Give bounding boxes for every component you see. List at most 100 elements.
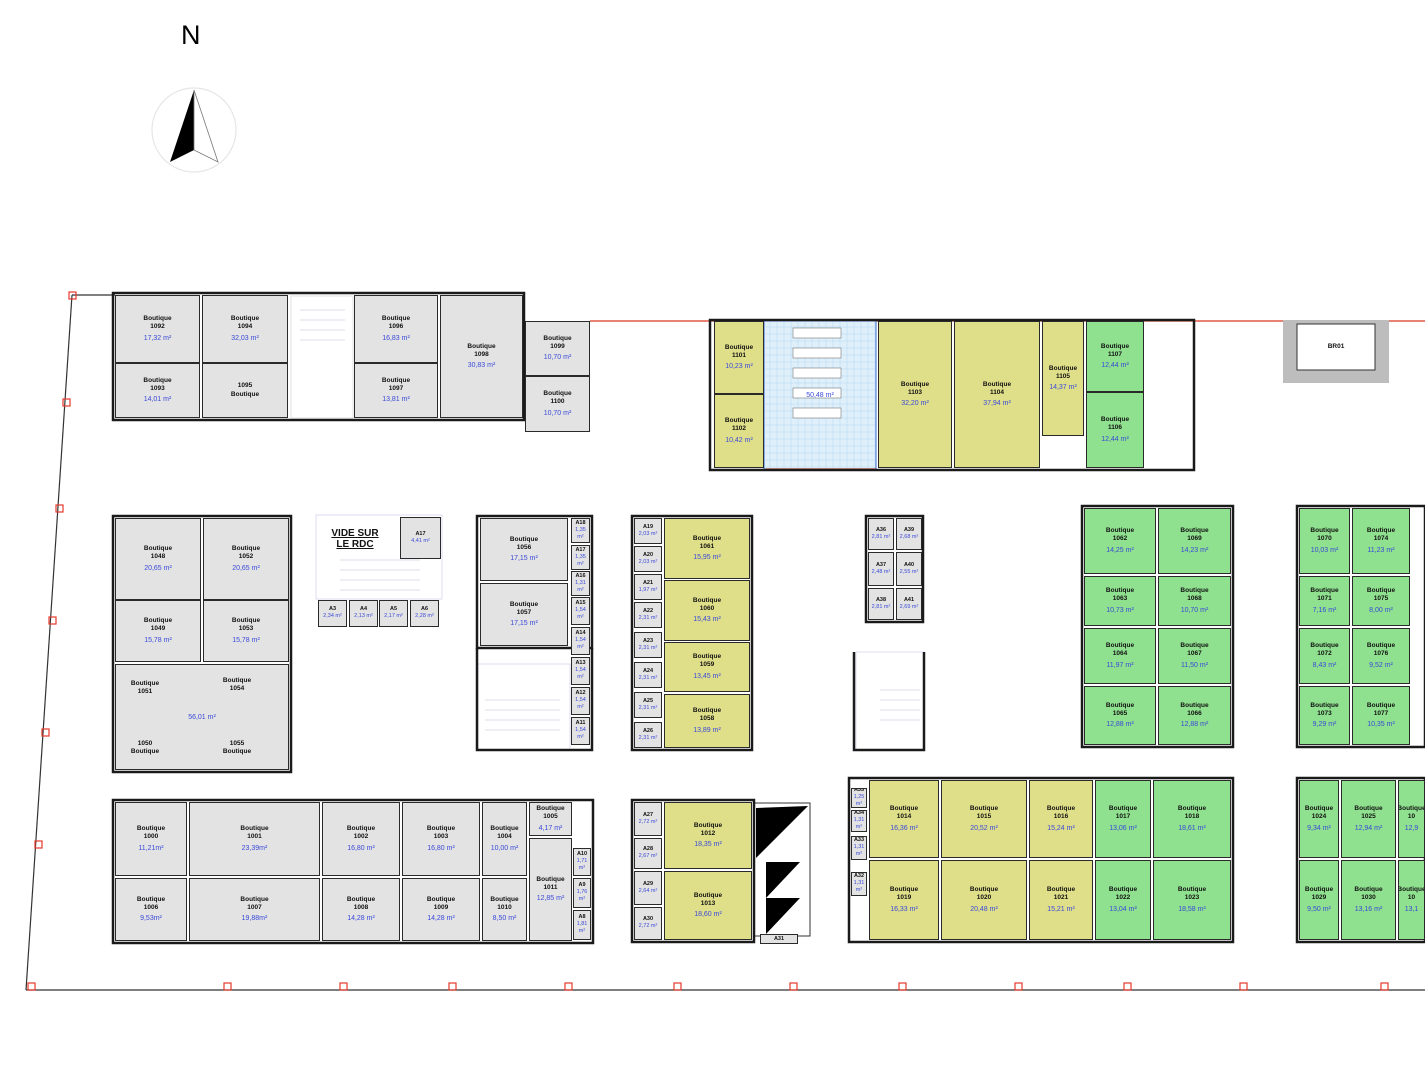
- unit-a17[interactable]: A17 1,35 m²: [571, 545, 590, 570]
- unit-b1058[interactable]: Boutique 1058 13,89 m²: [664, 694, 750, 748]
- unit-a24[interactable]: A24 2,31 m²: [634, 662, 662, 688]
- unit-a41[interactable]: A41 2,69 m²: [896, 588, 922, 620]
- unit-b1029[interactable]: Boutique 1029 9,50 m²: [1299, 860, 1339, 940]
- unit-b1100[interactable]: Boutique 1100 10,70 m²: [525, 376, 590, 432]
- unit-b1010[interactable]: Boutique 1010 8,50 m²: [482, 878, 527, 941]
- unit-b1102[interactable]: Boutique 1102 10,42 m²: [714, 394, 764, 468]
- unit-b1018[interactable]: Boutique 1018 18,61 m²: [1153, 780, 1231, 858]
- unit-b1104[interactable]: Boutique 1104 37,94 m²: [954, 321, 1040, 468]
- unit-b1057[interactable]: Boutique 1057 17,15 m²: [480, 583, 568, 646]
- unit-b1023[interactable]: Boutique 1023 18,58 m²: [1153, 860, 1231, 940]
- unit-b1053[interactable]: Boutique 1053 15,78 m²: [203, 600, 289, 662]
- unit-b1012[interactable]: Boutique 1012 18,35 m²: [664, 802, 752, 869]
- unit-b1050[interactable]: 1050 Boutique: [120, 740, 170, 756]
- unit-a14[interactable]: A14 1,54 m²: [571, 627, 590, 655]
- unit-a8[interactable]: A8 1,81 m²: [573, 910, 591, 940]
- unit-b1073[interactable]: Boutique 1073 9,29 m²: [1299, 686, 1350, 745]
- unit-a9[interactable]: A9 1,76 m²: [573, 878, 591, 908]
- unit-a30[interactable]: A30 2,72 m²: [634, 907, 662, 940]
- unit-b1069[interactable]: Boutique 1069 14,23 m²: [1158, 508, 1231, 574]
- unit-b1072[interactable]: Boutique 1072 8,43 m²: [1299, 628, 1350, 684]
- unit-b1056[interactable]: Boutique 1056 17,15 m²: [480, 518, 568, 581]
- unit-b1063[interactable]: Boutique 1063 10,73 m²: [1084, 576, 1156, 626]
- unit-b1001[interactable]: Boutique 1001 23,39m²: [189, 802, 320, 876]
- unit-a27[interactable]: A27 2,72 m²: [634, 802, 662, 836]
- unit-a5[interactable]: A5 2,17 m²: [379, 600, 408, 627]
- unit-b1093[interactable]: Boutique 1093 14,01 m²: [115, 363, 200, 418]
- unit-a31[interactable]: A31: [760, 934, 798, 944]
- unit-b1061[interactable]: Boutique 1061 15,95 m²: [664, 518, 750, 579]
- unit-a4[interactable]: A4 2,13 m²: [349, 600, 378, 627]
- unit-a28[interactable]: A28 2,67 m²: [634, 838, 662, 869]
- unit-b1076[interactable]: Boutique 1076 9,52 m²: [1352, 628, 1410, 684]
- unit-a18[interactable]: A18 1,35 m²: [571, 518, 590, 543]
- unit-a3[interactable]: A3 2,34 m²: [318, 600, 347, 627]
- unit-b1059[interactable]: Boutique 1059 13,45 m²: [664, 642, 750, 692]
- unit-a32[interactable]: A32 1,31 m²: [851, 872, 867, 896]
- unit-a37[interactable]: A37 2,48 m²: [868, 552, 894, 586]
- unit-a40[interactable]: A40 2,55 m²: [896, 552, 922, 586]
- unit-b1003[interactable]: Boutique 1003 16,80 m²: [402, 802, 480, 876]
- unit-b1062[interactable]: Boutique 1062 14,25 m²: [1084, 508, 1156, 574]
- unit-b1016[interactable]: Boutique 1016 15,24 m²: [1029, 780, 1093, 858]
- unit-b1049[interactable]: Boutique 1049 15,78 m²: [115, 600, 201, 662]
- unit-a34[interactable]: A34 1,31 m²: [851, 810, 867, 832]
- unit-a29[interactable]: A29 2,64 m²: [634, 871, 662, 905]
- unit-b1020[interactable]: Boutique 1020 20,48 m²: [941, 860, 1027, 940]
- unit-a19[interactable]: A19 2,03 m²: [634, 518, 662, 544]
- unit-b1060[interactable]: Boutique 1060 15,43 m²: [664, 580, 750, 641]
- unit-b1004[interactable]: Boutique 1004 10,00 m²: [482, 802, 527, 876]
- unit-b1009[interactable]: Boutique 1009 14,28 m²: [402, 878, 480, 941]
- unit-b1101[interactable]: Boutique 1101 10,23 m²: [714, 321, 764, 394]
- unit-b1006[interactable]: Boutique 1006 9,53m²: [115, 878, 187, 941]
- unit-b1099[interactable]: Boutique 1099 10,70 m²: [525, 321, 590, 376]
- unit-b1054[interactable]: Boutique 1054: [212, 677, 262, 693]
- unit-b1105[interactable]: Boutique 1105 14,37 m²: [1042, 321, 1084, 436]
- unit-b1007[interactable]: Boutique 1007 19,88m²: [189, 878, 320, 941]
- unit-a12[interactable]: A12 1,54 m²: [571, 687, 590, 715]
- unit-a6[interactable]: A6 2,28 m²: [410, 600, 439, 627]
- unit-a25[interactable]: A25 2,31 m²: [634, 692, 662, 718]
- unit-sanitary[interactable]: 50,48 m²: [765, 322, 875, 468]
- unit-b1098[interactable]: Boutique 1098 30,83 m²: [440, 295, 523, 418]
- unit-b1097[interactable]: Boutique 1097 13,81 m²: [354, 363, 438, 418]
- unit-b1022[interactable]: Boutique 1022 13,04 m²: [1095, 860, 1151, 940]
- unit-a16[interactable]: A16 1,31 m²: [571, 571, 590, 596]
- unit-b1014[interactable]: Boutique 1014 16,36 m²: [869, 780, 939, 858]
- unit-a23[interactable]: A23 2,31 m²: [634, 632, 662, 658]
- unit-b1051[interactable]: Boutique 1051: [120, 680, 170, 696]
- unit-a35[interactable]: A35 1,25 m²: [851, 788, 867, 808]
- unit-b1019[interactable]: Boutique 1019 16,33 m²: [869, 860, 939, 940]
- unit-b1015[interactable]: Boutique 1015 20,52 m²: [941, 780, 1027, 858]
- unit-a17_top[interactable]: A17 4,41 m²: [400, 517, 441, 559]
- unit-b1096[interactable]: Boutique 1096 16,83 m²: [354, 295, 438, 363]
- unit-b1071[interactable]: Boutique 1071 7,16 m²: [1299, 576, 1350, 626]
- unit-b1106[interactable]: Boutique 1106 12,44 m²: [1086, 392, 1144, 468]
- unit-br01[interactable]: BR01: [1298, 325, 1374, 369]
- unit-b1024[interactable]: Boutique 1024 9,34 m²: [1299, 780, 1339, 858]
- unit-b1075[interactable]: Boutique 1075 8,00 m²: [1352, 576, 1410, 626]
- unit-b1064[interactable]: Boutique 1064 11,97 m²: [1084, 628, 1156, 684]
- unit-b1052[interactable]: Boutique 1052 20,65 m²: [203, 518, 289, 600]
- unit-b1066[interactable]: Boutique 1066 12,88 m²: [1158, 686, 1231, 745]
- unit-b1011[interactable]: Boutique 1011 12,85 m²: [529, 838, 572, 941]
- unit-b1074[interactable]: Boutique 1074 11,23 m²: [1352, 508, 1410, 574]
- unit-a33[interactable]: A33 1,31 m²: [851, 836, 867, 860]
- unit-b1055[interactable]: 1055 Boutique: [212, 740, 262, 756]
- unit-a13[interactable]: A13 1,54 m²: [571, 657, 590, 685]
- unit-b1107[interactable]: Boutique 1107 12,44 m²: [1086, 321, 1144, 392]
- unit-b1070[interactable]: Boutique 1070 10,03 m²: [1299, 508, 1350, 574]
- unit-b1068[interactable]: Boutique 1068 10,70 m²: [1158, 576, 1231, 626]
- unit-a36[interactable]: A36 2,81 m²: [868, 518, 894, 550]
- unit-a11[interactable]: A11 1,54 m²: [571, 717, 590, 745]
- unit-b1021[interactable]: Boutique 1021 15,21 m²: [1029, 860, 1093, 940]
- unit-b1017[interactable]: Boutique 1017 13,06 m²: [1095, 780, 1151, 858]
- unit-a26[interactable]: A26 2,31 m²: [634, 722, 662, 748]
- unit-b1026[interactable]: Boutique 10 12,9: [1398, 780, 1425, 858]
- unit-a21[interactable]: A21 1,97 m²: [634, 574, 662, 600]
- unit-a39[interactable]: A39 2,68 m²: [896, 518, 922, 550]
- unit-b1000[interactable]: Boutique 1000 11,21m²: [115, 802, 187, 876]
- unit-b1092[interactable]: Boutique 1092 17,32 m²: [115, 295, 200, 363]
- unit-b1067[interactable]: Boutique 1067 11,50 m²: [1158, 628, 1231, 684]
- unit-b1077[interactable]: Boutique 1077 10,35 m²: [1352, 686, 1410, 745]
